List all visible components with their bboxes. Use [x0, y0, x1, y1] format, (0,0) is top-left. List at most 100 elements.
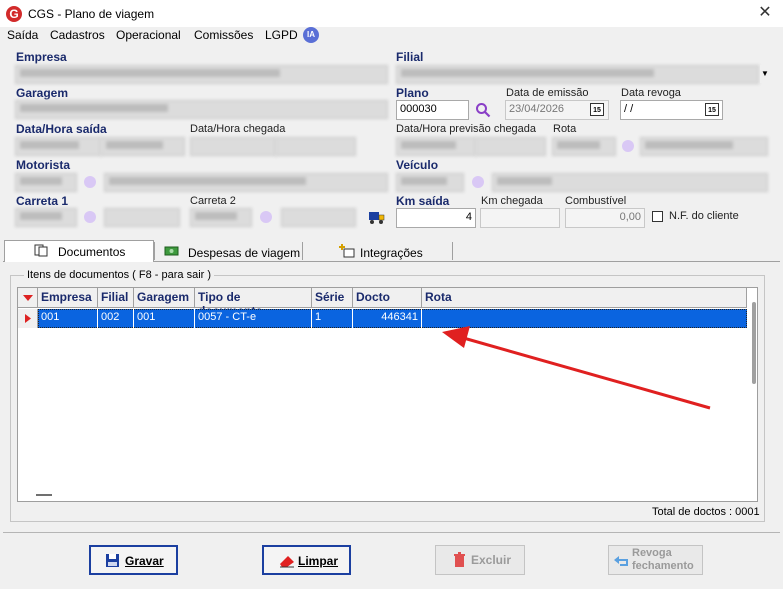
- annotation-arrow-icon: [442, 326, 711, 410]
- filial-field[interactable]: [396, 65, 759, 84]
- money-icon: [164, 245, 180, 257]
- data-emissao-label: Data de emissão: [506, 87, 589, 99]
- rota-description-field: [640, 137, 768, 156]
- gravar-button[interactable]: Gravar: [89, 545, 178, 575]
- cell-empresa[interactable]: 001: [38, 309, 98, 328]
- menu-operacional[interactable]: Operacional: [116, 28, 181, 42]
- grid-indicator-header: [18, 288, 38, 308]
- veiculo-search-icon[interactable]: [472, 176, 484, 188]
- km-chegada-label: Km chegada: [481, 195, 543, 207]
- column-header-serie[interactable]: Série: [312, 288, 353, 308]
- cell-serie[interactable]: 1: [312, 309, 353, 328]
- empresa-label: Empresa: [16, 50, 67, 64]
- row-indicator[interactable]: [18, 309, 38, 328]
- veiculo-description-field: [492, 173, 768, 192]
- app-logo-icon: G: [6, 6, 22, 22]
- column-header-garagem[interactable]: Garagem: [134, 288, 195, 308]
- carreta2-label: Carreta 2: [190, 195, 236, 207]
- nf-cliente-checkbox[interactable]: [652, 211, 663, 222]
- truck-icon[interactable]: [368, 209, 386, 225]
- excluir-button[interactable]: Excluir: [435, 545, 525, 575]
- menu-cadastros[interactable]: Cadastros: [50, 28, 105, 42]
- save-icon: [106, 554, 119, 567]
- km-saida-label: Km saída: [396, 194, 450, 208]
- combustivel-label: Combustível: [565, 195, 627, 207]
- garagem-field[interactable]: [15, 100, 388, 119]
- menu-saida[interactable]: Saída: [7, 28, 38, 42]
- menu-lgpd[interactable]: LGPD: [265, 28, 298, 42]
- ia-assistant-icon[interactable]: IA: [303, 27, 319, 43]
- limpar-button[interactable]: Limpar: [262, 545, 351, 575]
- fechamento-label: fechamento: [632, 560, 694, 572]
- data-hora-saida-label: Data/Hora saída: [16, 122, 107, 136]
- garagem-label: Garagem: [16, 86, 69, 100]
- trash-icon: [454, 552, 465, 567]
- column-header-rota[interactable]: Rota: [422, 288, 747, 308]
- carreta1-label: Carreta 1: [16, 194, 69, 208]
- tab-integracoes-label: Integrações: [360, 246, 423, 260]
- carreta1-description-field: [104, 208, 180, 227]
- km-chegada-field: [480, 208, 560, 228]
- horizontal-scrollbar[interactable]: [36, 494, 52, 496]
- close-icon[interactable]: ✕: [750, 2, 780, 24]
- revoga-fechamento-button[interactable]: Revoga fechamento: [608, 545, 703, 575]
- filial-dropdown-icon[interactable]: ▼: [760, 65, 770, 83]
- nf-cliente-label: N.F. do cliente: [669, 210, 739, 222]
- plano-label: Plano: [396, 86, 429, 100]
- eraser-icon: [280, 556, 294, 568]
- cell-filial[interactable]: 002: [98, 309, 134, 328]
- gravar-label: Gravar: [125, 554, 164, 568]
- rota-search-icon[interactable]: [622, 140, 634, 152]
- column-header-tipo-documento[interactable]: Tipo de documento: [195, 288, 312, 318]
- carreta1-code-field[interactable]: [15, 208, 77, 227]
- revoga-label: Revoga: [632, 547, 672, 559]
- motorista-label: Motorista: [16, 158, 70, 172]
- rota-label: Rota: [553, 123, 577, 135]
- previsao-chegada-label: Data/Hora previsão chegada: [396, 123, 537, 135]
- data-saida-field[interactable]: [15, 137, 101, 156]
- hora-chegada-field[interactable]: [276, 137, 356, 156]
- data-previsao-field[interactable]: [396, 137, 476, 156]
- plano-input[interactable]: 000030: [396, 100, 469, 120]
- hora-previsao-field[interactable]: [476, 137, 546, 156]
- total-doctos-label: Total de doctos : 0001: [652, 506, 760, 518]
- window-title: CGS - Plano de viagem: [28, 7, 155, 21]
- km-saida-input[interactable]: 4: [396, 208, 476, 228]
- veiculo-code-field[interactable]: [396, 173, 464, 192]
- motorista-code-field[interactable]: [15, 173, 77, 192]
- tab-documentos-label: Documentos: [58, 245, 126, 259]
- documents-icon: [34, 244, 49, 257]
- column-header-empresa[interactable]: Empresa: [38, 288, 98, 308]
- calendar-icon[interactable]: 15: [705, 103, 719, 116]
- empresa-field[interactable]: [15, 65, 388, 84]
- excluir-label: Excluir: [471, 553, 512, 567]
- filial-label: Filial: [396, 50, 424, 64]
- search-icon[interactable]: [475, 102, 491, 118]
- limpar-label: Limpar: [298, 554, 339, 568]
- carreta2-search-icon[interactable]: [260, 211, 272, 223]
- data-chegada-field[interactable]: [190, 137, 276, 156]
- carreta2-description-field: [281, 208, 356, 227]
- carreta1-search-icon[interactable]: [84, 211, 96, 223]
- cell-garagem[interactable]: 001: [134, 309, 195, 328]
- column-header-docto[interactable]: Docto: [353, 288, 422, 308]
- motorista-name-field: [104, 173, 388, 192]
- column-header-filial[interactable]: Filial: [98, 288, 134, 308]
- tab-despesas-label: Despesas de viagem: [188, 246, 301, 260]
- tab-separator: [452, 242, 453, 260]
- integration-icon: [339, 244, 355, 258]
- menu-comissoes[interactable]: Comissões: [194, 28, 253, 42]
- undo-icon: [614, 556, 628, 566]
- veiculo-label: Veículo: [396, 158, 439, 172]
- carreta2-code-field[interactable]: [190, 208, 252, 227]
- data-hora-chegada-label: Data/Hora chegada: [190, 123, 286, 135]
- documents-group-title: Itens de documentos ( F8 - para sair ): [24, 269, 215, 281]
- rota-field[interactable]: [552, 137, 616, 156]
- cell-docto[interactable]: 446341: [353, 309, 422, 328]
- motorista-search-icon[interactable]: [84, 176, 96, 188]
- footer-divider: [3, 532, 780, 533]
- hora-saida-field[interactable]: [101, 137, 185, 156]
- cell-tipo-documento[interactable]: 0057 - CT-e: [195, 309, 312, 328]
- calendar-icon[interactable]: 15: [590, 103, 604, 116]
- vertical-scrollbar[interactable]: [752, 302, 756, 384]
